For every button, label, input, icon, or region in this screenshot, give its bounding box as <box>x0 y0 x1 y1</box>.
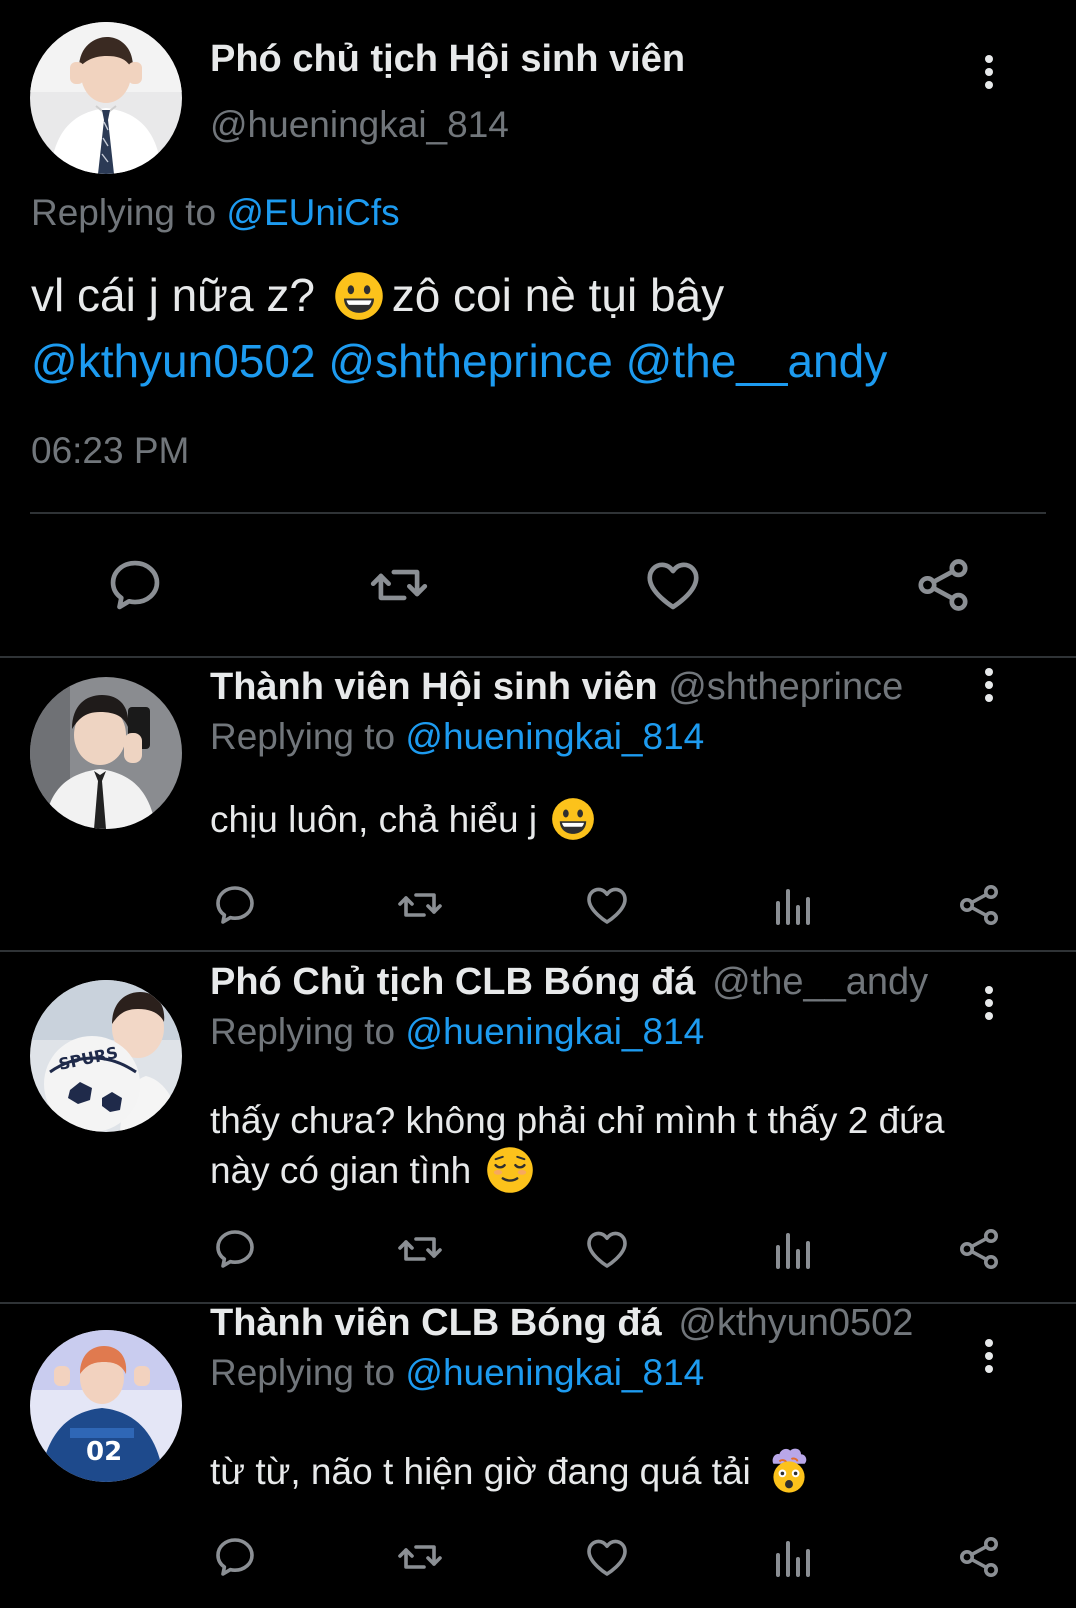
replying-to-prefix: Replying to <box>31 192 227 233</box>
avatar[interactable]: SPURS <box>30 980 182 1132</box>
replying-to-link[interactable]: @hueningkai_814 <box>405 716 704 757</box>
retweet-icon[interactable] <box>396 1533 444 1581</box>
analytics-icon[interactable] <box>768 1225 816 1273</box>
replying-to-link[interactable]: @hueningkai_814 <box>405 1352 704 1393</box>
reply-icon[interactable] <box>211 881 259 929</box>
replying-to-prefix: Replying to <box>210 1011 406 1052</box>
avatar[interactable] <box>30 22 182 174</box>
tweet-text: từ từ, não t hiện giờ đang quá tải <box>210 1447 1040 1501</box>
replying-to-prefix: Replying to <box>210 716 406 757</box>
display-name[interactable]: Phó chủ tịch Hội sinh viên <box>210 38 685 81</box>
replying-to: Replying to @hueningkai_814 <box>210 1011 704 1053</box>
replying-to-link[interactable]: @hueningkai_814 <box>405 1011 704 1052</box>
reply-icon[interactable] <box>104 554 166 616</box>
tweet-text: vl cái j nữa z? zô coi nè tụi bây @kthyu… <box>31 262 1051 394</box>
like-icon[interactable] <box>583 1225 631 1273</box>
avatar[interactable] <box>30 677 182 829</box>
share-icon[interactable] <box>955 1225 1003 1273</box>
mention-link[interactable]: @shtheprince <box>328 335 613 387</box>
user-handle[interactable]: @the__andy <box>712 961 928 1003</box>
display-name[interactable]: Thành viên Hội sinh viên <box>210 666 658 708</box>
replying-to: Replying to @hueningkai_814 <box>210 1352 704 1394</box>
reply-icon[interactable] <box>211 1225 259 1273</box>
divider <box>0 656 1076 658</box>
tweet-text-body: từ từ, não t hiện giờ đang quá tải <box>210 1451 751 1492</box>
svg-text:02: 02 <box>86 1437 122 1467</box>
tweet-text-line: này có gian tình <box>210 1150 472 1191</box>
reply-header: Thành viên CLB Bóng đá @kthyun0502 <box>210 1302 913 1345</box>
share-icon[interactable] <box>955 1533 1003 1581</box>
like-icon[interactable] <box>642 554 704 616</box>
analytics-icon[interactable] <box>768 881 816 929</box>
tweet-text-part1: vl cái j nữa z? <box>31 269 315 321</box>
replying-to-prefix: Replying to <box>210 1352 406 1393</box>
analytics-icon[interactable] <box>768 1533 816 1581</box>
divider <box>0 950 1076 952</box>
mention-link[interactable]: @kthyun0502 <box>31 335 316 387</box>
divider <box>30 512 1046 514</box>
mention-link[interactable]: @the__andy <box>626 335 888 387</box>
replying-to-link[interactable]: @EUniCfs <box>226 192 399 233</box>
user-handle[interactable]: @kthyun0502 <box>678 1302 913 1344</box>
tweet-text: thấy chưa? không phải chỉ mình t thấy 2 … <box>210 1096 1040 1200</box>
tweet-timestamp: 06:23 PM <box>31 430 190 471</box>
more-icon[interactable] <box>974 52 1004 92</box>
avatar[interactable]: 02 <box>30 1330 182 1482</box>
more-icon[interactable] <box>974 665 1004 705</box>
display-name[interactable]: Thành viên CLB Bóng đá <box>210 1302 662 1344</box>
share-icon[interactable] <box>955 881 1003 929</box>
display-name[interactable]: Phó Chủ tịch CLB Bóng đá <box>210 961 696 1003</box>
reply-header: Thành viên Hội sinh viên @shtheprince <box>210 666 903 709</box>
reply-icon[interactable] <box>211 1533 259 1581</box>
tweet-text-body: chịu luôn, chả hiểu j <box>210 799 538 840</box>
relieved-face-emoji <box>486 1146 534 1194</box>
tweet-text: chịu luôn, chả hiểu j <box>210 795 1040 847</box>
replying-to: Replying to @EUniCfs <box>31 192 400 234</box>
like-icon[interactable] <box>583 1533 631 1581</box>
more-icon[interactable] <box>974 983 1004 1023</box>
exploding-head-emoji <box>765 1447 813 1495</box>
like-icon[interactable] <box>583 881 631 929</box>
grinning-face-emoji <box>551 797 595 841</box>
user-handle[interactable]: @shtheprince <box>668 666 903 708</box>
share-icon[interactable] <box>912 554 974 616</box>
retweet-icon[interactable] <box>396 1225 444 1273</box>
tweet-text-part2: zô coi nè tụi bây <box>391 269 725 321</box>
user-handle[interactable]: @hueningkai_814 <box>210 104 509 146</box>
grinning-face-emoji <box>334 271 384 321</box>
tweet-text-line: thấy chưa? không phải chỉ mình t thấy 2 … <box>210 1100 945 1141</box>
retweet-icon[interactable] <box>396 881 444 929</box>
retweet-icon[interactable] <box>368 554 430 616</box>
replying-to: Replying to @hueningkai_814 <box>210 716 704 758</box>
more-icon[interactable] <box>974 1336 1004 1376</box>
reply-header: Phó Chủ tịch CLB Bóng đá @the__andy <box>210 961 928 1004</box>
